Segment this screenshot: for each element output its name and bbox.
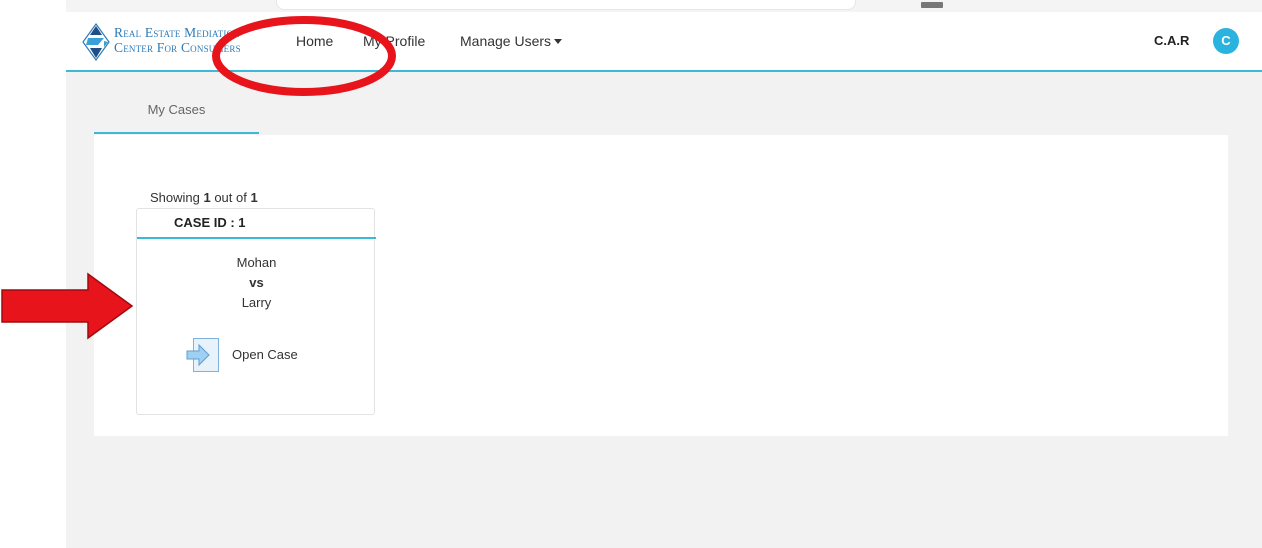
results-count: Showing 1 out of 1: [150, 190, 258, 205]
versus-label: vs: [249, 275, 264, 290]
case-card[interactable]: CASE ID : 1 Mohan vs Larry Open Case: [136, 208, 376, 415]
open-case-label: Open Case: [232, 347, 298, 362]
party-claimant: Mohan: [236, 255, 277, 270]
browser-extension-icon: [921, 2, 943, 8]
avatar[interactable]: C: [1213, 28, 1239, 54]
enter-arrow-icon: [186, 338, 219, 372]
pointer-arrow-icon: [1, 272, 134, 340]
case-id-header: CASE ID : 1: [137, 209, 376, 239]
results-middle: out of: [210, 190, 251, 205]
cases-panel: Showing 1 out of 1 CASE ID : 1 Mohan vs …: [94, 135, 1228, 436]
screenshot: Real Estate Mediation Center For Consume…: [0, 0, 1262, 548]
caret-down-icon: [554, 38, 563, 44]
highlight-ellipse: [212, 16, 396, 96]
diamond-arrows-logo-icon: [82, 23, 110, 61]
results-prefix: Showing: [150, 190, 204, 205]
nav-manage-users[interactable]: Manage Users: [460, 33, 563, 49]
nav-manage-users-label: Manage Users: [460, 33, 552, 49]
user-name[interactable]: C.A.R: [1154, 33, 1189, 48]
party-respondent: Larry: [241, 295, 272, 310]
results-current: 1: [203, 190, 211, 205]
results-total: 1: [250, 190, 258, 205]
browser-address-remnant: [276, 0, 856, 10]
